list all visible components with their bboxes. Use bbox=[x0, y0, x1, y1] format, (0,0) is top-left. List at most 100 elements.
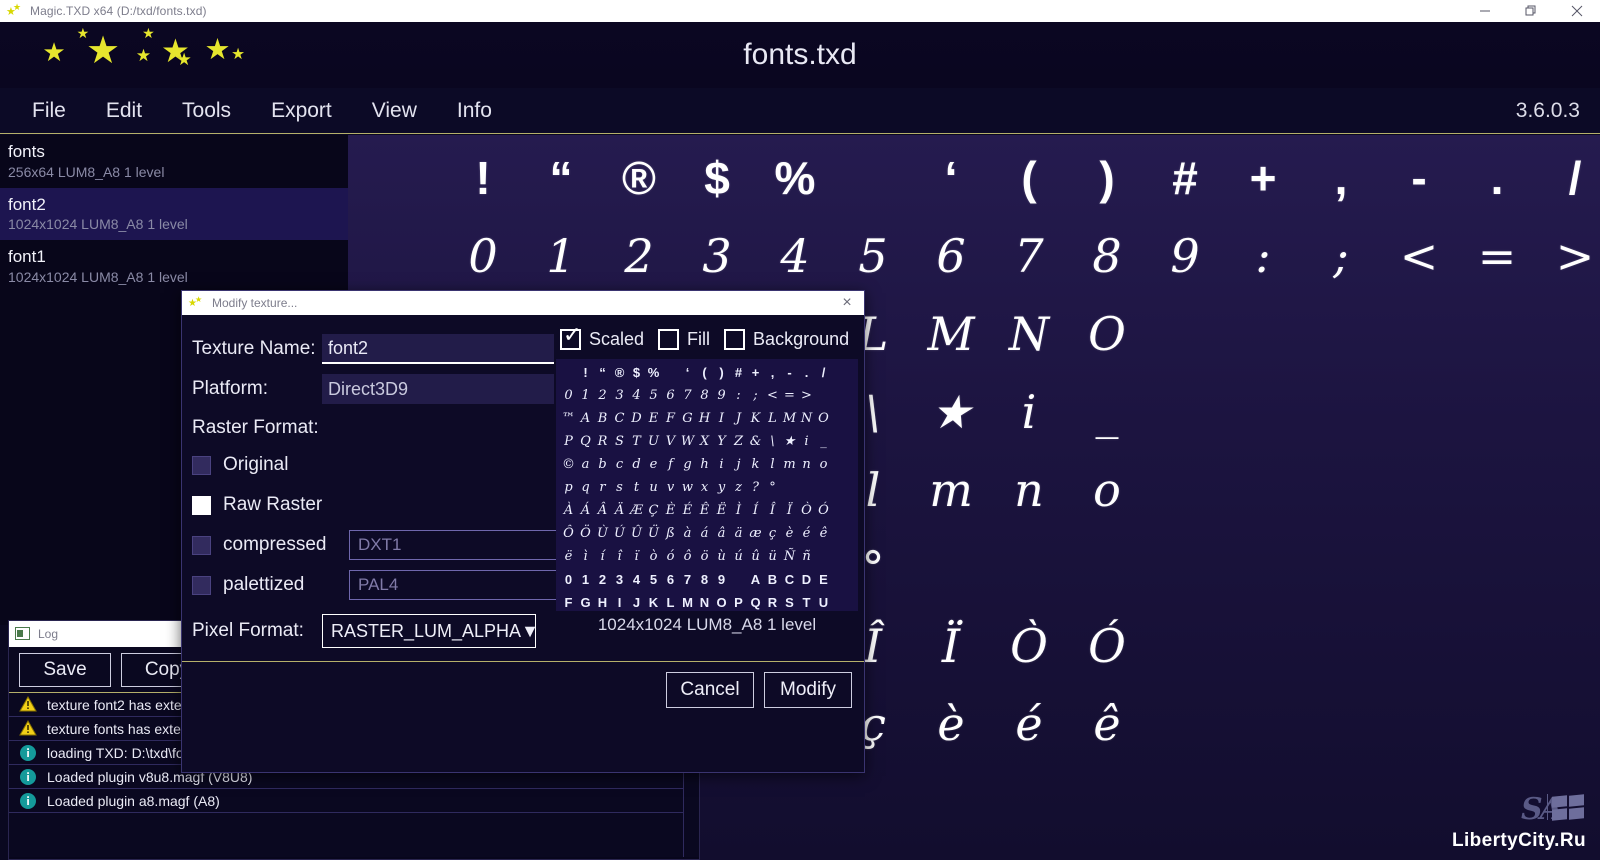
thumbnail-glyph: z bbox=[730, 480, 747, 495]
thumbnail-glyph: r bbox=[594, 480, 611, 495]
maximize-restore-button[interactable] bbox=[1508, 0, 1554, 22]
thumbnail-glyph: y bbox=[713, 480, 730, 495]
texture-name-label: Texture Name: bbox=[192, 338, 322, 360]
thumbnail-glyph: À bbox=[560, 503, 577, 518]
thumbnail-glyph: > bbox=[798, 388, 815, 403]
texture-item-meta: 256x64 LUM8_A8 1 level bbox=[8, 164, 340, 180]
thumbnail-glyph: s bbox=[611, 480, 628, 495]
pixel-format-select[interactable]: RASTER_LUM_ALPHA ▼ bbox=[322, 614, 536, 648]
glyph: ! bbox=[444, 151, 522, 205]
log-window-icon bbox=[15, 627, 30, 641]
thumbnail-glyph: à bbox=[679, 526, 696, 541]
thumbnail-glyph: c bbox=[611, 457, 628, 472]
texture-name-input[interactable] bbox=[322, 334, 554, 364]
minimize-button[interactable] bbox=[1462, 0, 1508, 22]
glyph-row: !“®$%‘()#+,-./ bbox=[348, 139, 1600, 217]
texture-item-meta: 1024x1024 LUM8_A8 1 level bbox=[8, 269, 340, 285]
thumbnail-glyph: / bbox=[815, 365, 832, 380]
glyph: , bbox=[1302, 151, 1380, 205]
menu-item-file[interactable]: File bbox=[12, 95, 86, 127]
thumbnail-glyph: ç bbox=[764, 526, 781, 541]
glyph: O bbox=[1068, 307, 1146, 361]
thumbnail-glyph: Ü bbox=[645, 526, 662, 541]
thumbnail-glyph: F bbox=[560, 595, 577, 610]
glyph: 3 bbox=[678, 229, 756, 283]
dialog-texture-thumbnail[interactable]: !“®$%‘()#+,-./0123456789:;<=>™ABCDEFGHIJ… bbox=[556, 359, 858, 611]
view-option-checkbox[interactable] bbox=[658, 329, 679, 350]
thumbnail-glyph: n bbox=[798, 457, 815, 472]
menu-item-export[interactable]: Export bbox=[251, 95, 352, 127]
raster-format-input-palettized[interactable]: PAL4 bbox=[349, 570, 557, 600]
glyph: N bbox=[990, 307, 1068, 361]
close-button[interactable] bbox=[1554, 0, 1600, 22]
info-icon bbox=[19, 792, 37, 810]
raster-option-row[interactable]: Raw Raster bbox=[192, 485, 560, 525]
cancel-button[interactable]: Cancel bbox=[666, 672, 754, 708]
thumbnail-glyph: Y bbox=[713, 434, 730, 449]
thumbnail-glyph: D bbox=[628, 411, 645, 426]
raster-option-row[interactable]: Original bbox=[192, 445, 560, 485]
thumbnail-glyph: â bbox=[713, 526, 730, 541]
glyph: 0 bbox=[444, 229, 522, 283]
view-option-fill[interactable]: Fill bbox=[658, 329, 710, 350]
menu-bar: FileEditToolsExportViewInfo 3.6.0.3 bbox=[0, 88, 1600, 134]
texture-list-item[interactable]: font21024x1024 LUM8_A8 1 level bbox=[0, 188, 348, 241]
raster-option-row[interactable]: palettizedPAL4 bbox=[192, 565, 560, 605]
dialog-body: Texture Name: Platform: Direct3D9 Raster… bbox=[182, 315, 864, 717]
view-option-background[interactable]: Background bbox=[724, 329, 849, 350]
raster-option-checkbox-palettized[interactable] bbox=[192, 576, 211, 595]
raster-option-row[interactable]: compressedDXT1 bbox=[192, 525, 560, 565]
menu-item-info[interactable]: Info bbox=[437, 95, 512, 127]
thumbnail-glyph: p bbox=[560, 480, 577, 495]
thumbnail-glyph: ) bbox=[713, 365, 730, 380]
view-option-checkbox[interactable]: ✓ bbox=[560, 329, 581, 350]
app-stars-icon: ★★ bbox=[6, 3, 22, 19]
thumbnail-glyph: ü bbox=[764, 549, 781, 564]
view-option-checkbox[interactable] bbox=[724, 329, 745, 350]
modify-button[interactable]: Modify bbox=[764, 672, 852, 708]
thumbnail-glyph: 5 bbox=[645, 572, 662, 587]
thumbnail-glyph: i bbox=[798, 434, 815, 449]
glyph: ® bbox=[600, 151, 678, 205]
thumbnail-glyph: x bbox=[696, 480, 713, 495]
texture-list-item[interactable]: fonts256x64 LUM8_A8 1 level bbox=[0, 135, 348, 188]
raster-format-input-compressed[interactable]: DXT1 bbox=[349, 530, 557, 560]
thumbnail-glyph: l bbox=[764, 457, 781, 472]
glyph: Ó bbox=[1068, 619, 1146, 673]
view-option-scaled[interactable]: ✓Scaled bbox=[560, 329, 644, 350]
thumbnail-glyph: É bbox=[679, 503, 696, 518]
thumbnail-glyph: ! bbox=[577, 365, 594, 380]
raster-option-checkbox-original[interactable] bbox=[192, 456, 211, 475]
glyph: . bbox=[1458, 151, 1536, 205]
app-version-label: 3.6.0.3 bbox=[1516, 99, 1580, 123]
glyph: ) bbox=[1068, 151, 1146, 205]
thumbnail-glyph: U bbox=[815, 595, 832, 610]
raster-format-options: OriginalRaw RastercompressedDXT1palettiz… bbox=[192, 445, 560, 605]
texture-list-item[interactable]: font11024x1024 LUM8_A8 1 level bbox=[0, 240, 348, 293]
raster-option-checkbox-compressed[interactable] bbox=[192, 536, 211, 555]
thumbnail-glyph: % bbox=[645, 365, 662, 380]
log-entry[interactable]: Loaded plugin a8.magf (A8) bbox=[9, 789, 699, 813]
raster-format-label: Raster Format: bbox=[192, 417, 560, 439]
glyph: 8 bbox=[1068, 229, 1146, 283]
dialog-close-icon[interactable]: × bbox=[830, 291, 864, 315]
thumbnail-glyph: Æ bbox=[628, 503, 645, 518]
thumbnail-glyph: ë bbox=[560, 549, 577, 564]
os-window-title: Magic.TXD x64 (D:/txd/fonts.txd) bbox=[30, 4, 207, 18]
thumbnail-glyph: + bbox=[747, 365, 764, 380]
raster-option-checkbox-raw-raster[interactable] bbox=[192, 496, 211, 515]
log-save-button[interactable]: Save bbox=[19, 653, 111, 687]
glyph: Ò bbox=[990, 619, 1068, 673]
pixel-format-row: Pixel Format: RASTER_LUM_ALPHA ▼ bbox=[192, 609, 560, 653]
texture-name-row: Texture Name: bbox=[192, 329, 560, 369]
glyph: > bbox=[1536, 229, 1600, 283]
menu-item-edit[interactable]: Edit bbox=[86, 95, 162, 127]
glyph: “ bbox=[522, 151, 600, 205]
thumbnail-glyph: N bbox=[696, 595, 713, 610]
menu-item-view[interactable]: View bbox=[352, 95, 437, 127]
glyph: è bbox=[912, 697, 990, 751]
thumbnail-glyph: - bbox=[781, 365, 798, 380]
glyph: i bbox=[990, 385, 1068, 439]
thumbnail-glyph: j bbox=[730, 457, 747, 472]
menu-item-tools[interactable]: Tools bbox=[162, 95, 251, 127]
